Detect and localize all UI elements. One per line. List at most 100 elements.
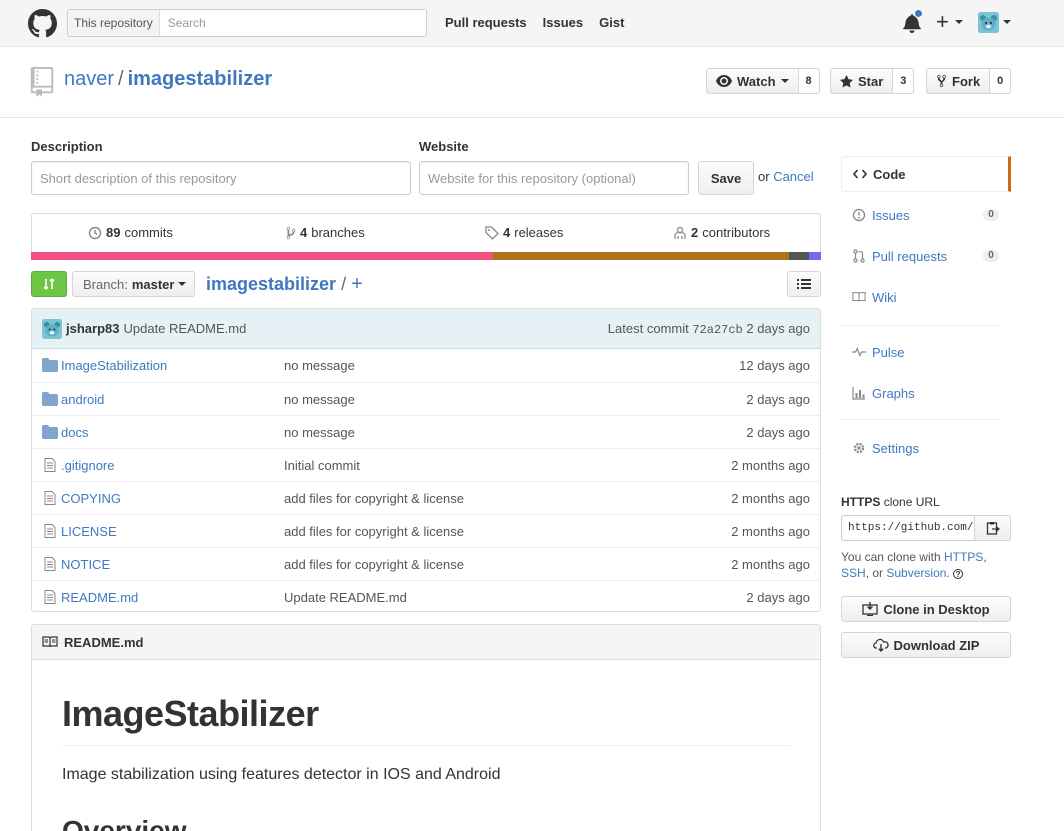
download-zip-label: Download ZIP	[893, 637, 980, 653]
releases-summary[interactable]: 4 releases	[485, 225, 563, 240]
clone-url-suffix: clone URL	[883, 495, 940, 509]
fork-count[interactable]: 0	[990, 68, 1012, 94]
contributors-label: contributors	[702, 225, 771, 240]
cancel-link[interactable]: Cancel	[773, 169, 813, 184]
nav-issues[interactable]: Issues	[543, 15, 583, 30]
file-age: 2 days ago	[746, 392, 810, 407]
repo-name-link[interactable]: imagestabilizer	[128, 68, 273, 90]
save-button[interactable]: Save	[698, 161, 754, 195]
help-icon[interactable]: ?	[953, 569, 964, 579]
sidebar-item-code[interactable]: Code	[841, 156, 1011, 192]
github-logo-icon[interactable]	[28, 9, 57, 38]
file-commit-message[interactable]: no message	[284, 392, 355, 407]
description-input[interactable]	[31, 161, 411, 195]
create-new-icon[interactable]: +	[936, 11, 949, 33]
file-age: 12 days ago	[739, 358, 810, 373]
commit-author-avatar[interactable]	[42, 318, 62, 339]
file-commit-message[interactable]: add files for copyright & license	[284, 491, 464, 506]
description-label: Description	[31, 139, 103, 154]
website-input[interactable]	[419, 161, 689, 195]
branches-summary[interactable]: 4 branches	[286, 225, 365, 240]
file-name-link[interactable]: android	[61, 392, 104, 407]
search-input[interactable]	[159, 16, 410, 30]
file-name-link[interactable]: README.md	[61, 590, 138, 605]
readme-section-heading: Overview	[62, 815, 187, 831]
file-commit-message[interactable]: add files for copyright & license	[284, 557, 464, 572]
chevron-down-icon[interactable]	[1003, 20, 1011, 24]
breadcrumb-separator: /	[341, 274, 347, 294]
clone-url-input[interactable]	[841, 515, 975, 541]
contributors-summary[interactable]: 2 contributors	[673, 225, 770, 240]
repo-title-separator: /	[118, 68, 124, 90]
file-list: ImageStabilization no message 12 days ago a…	[32, 349, 820, 611]
nav-gist[interactable]: Gist	[599, 15, 624, 30]
unread-indicator	[914, 9, 923, 18]
file-commit-message[interactable]: Update README.md	[284, 590, 407, 605]
language-segment[interactable]	[789, 252, 810, 260]
search-box[interactable]: This repository	[67, 9, 427, 37]
list-icon	[797, 279, 811, 289]
download-zip-button[interactable]: Download ZIP	[841, 632, 1011, 658]
sidebar-item-count: 0	[983, 250, 999, 262]
commit-sha-link[interactable]: 72a27cb	[692, 323, 742, 337]
clone-desktop-label: Clone in Desktop	[883, 601, 990, 617]
branch-selector[interactable]: Branch: master	[72, 271, 195, 297]
breadcrumb-root-link[interactable]: imagestabilizer	[206, 274, 336, 294]
organization-icon	[674, 226, 686, 239]
latest-commit-prefix: Latest commit	[607, 321, 689, 336]
repo-icon	[30, 67, 54, 97]
add-file-button[interactable]: +	[351, 273, 363, 295]
file-row: LICENSE add files for copyright & license…	[32, 514, 820, 547]
commits-label: commits	[124, 225, 173, 240]
commit-author-link[interactable]: jsharp83	[66, 321, 119, 336]
latest-commit-bar: jsharp83 Update README.md Latest commit …	[32, 309, 820, 349]
file-commit-message[interactable]: Initial commit	[284, 458, 360, 473]
star-button[interactable]: Star	[830, 68, 894, 94]
file-row: docs no message 2 days ago	[32, 415, 820, 448]
list-view-button[interactable]	[787, 271, 821, 297]
watch-count[interactable]: 8	[798, 68, 820, 94]
file-name-link[interactable]: .gitignore	[61, 458, 114, 473]
commit-message-link[interactable]: Update README.md	[123, 321, 246, 336]
clone-url-label: HTTPS clone URL	[841, 495, 940, 509]
sidebar-item-wiki[interactable]: Wiki	[841, 279, 1011, 315]
file-commit-message[interactable]: add files for copyright & license	[284, 524, 464, 539]
file-name-link[interactable]: COPYING	[61, 491, 121, 506]
fork-button[interactable]: Fork	[926, 68, 991, 94]
sidebar-item-label: Code	[873, 166, 906, 182]
commit-meta: Latest commit 72a27cb 2 days ago	[608, 321, 810, 337]
file-name-link[interactable]: NOTICE	[61, 557, 110, 572]
star-icon	[840, 74, 853, 88]
sidebar-item-graphs[interactable]: Graphs	[841, 375, 1011, 411]
sidebar-item-issues[interactable]: Issues 0	[841, 197, 1011, 233]
copy-clone-url-button[interactable]	[974, 515, 1011, 541]
file-text-icon	[44, 557, 56, 571]
clone-in-desktop-button[interactable]: Clone in Desktop	[841, 596, 1011, 622]
sidebar-divider	[841, 419, 999, 420]
file-name-link[interactable]: ImageStabilization	[61, 358, 167, 373]
file-name-link[interactable]: LICENSE	[61, 524, 117, 539]
nav-pull-requests[interactable]: Pull requests	[445, 15, 527, 30]
watch-button[interactable]: Watch	[706, 68, 799, 94]
commit-age: 2 days ago	[746, 321, 810, 336]
language-segment[interactable]	[493, 252, 790, 260]
language-segment[interactable]	[809, 252, 821, 260]
commits-summary[interactable]: 89 commits	[88, 225, 173, 240]
clone-ssh-link[interactable]: SSH	[841, 566, 866, 580]
file-commit-message[interactable]: no message	[284, 358, 355, 373]
language-bar[interactable]	[31, 252, 821, 260]
language-segment[interactable]	[31, 252, 494, 260]
chevron-down-icon[interactable]	[955, 20, 963, 24]
sidebar-item-settings[interactable]: Settings	[841, 430, 1011, 466]
clone-https-link[interactable]: HTTPS	[944, 550, 983, 564]
sidebar-item-pull-requests[interactable]: Pull requests 0	[841, 238, 1011, 274]
search-scope-label: This repository	[68, 10, 160, 36]
file-name-link[interactable]: docs	[61, 425, 88, 440]
clone-svn-link[interactable]: Subversion	[886, 566, 946, 580]
repo-owner-link[interactable]: naver	[64, 68, 114, 90]
file-commit-message[interactable]: no message	[284, 425, 355, 440]
star-count[interactable]: 3	[893, 68, 915, 94]
compare-branch-button[interactable]	[31, 271, 67, 297]
sidebar-item-pulse[interactable]: Pulse	[841, 334, 1011, 370]
user-avatar[interactable]	[978, 12, 999, 33]
